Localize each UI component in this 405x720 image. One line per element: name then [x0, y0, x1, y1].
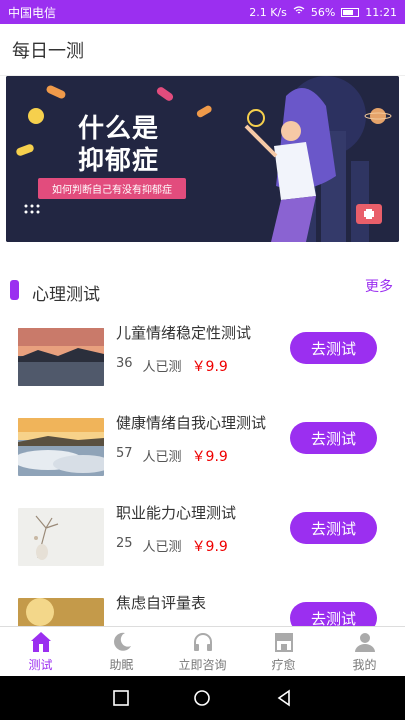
back-icon[interactable] — [275, 689, 293, 707]
tab-label: 疗愈 — [271, 658, 296, 672]
status-right: 2.1 K/s 56% 11:21 — [249, 6, 397, 19]
test-thumbnail — [18, 508, 104, 566]
wifi-icon — [293, 5, 305, 19]
list-item[interactable]: 儿童情绪稳定性测试 36 人已测 ￥9.9 去测试 — [0, 312, 405, 402]
test-count: 25 — [116, 536, 133, 551]
test-count: 57 — [116, 446, 133, 461]
test-price: ￥9.9 — [191, 359, 228, 375]
test-meta: 36 人已测 ￥9.9 — [116, 356, 228, 376]
test-thumbnail — [18, 418, 104, 476]
tab-consult[interactable]: 立即咨询 — [162, 627, 243, 676]
recents-icon[interactable] — [112, 689, 130, 707]
tab-profile[interactable]: 我的 — [324, 627, 405, 676]
tab-label: 我的 — [352, 658, 377, 672]
start-test-button[interactable]: 去测试 — [290, 332, 377, 364]
test-name: 职业能力心理测试 — [116, 504, 237, 522]
test-count-label: 人已测 — [142, 540, 182, 555]
tab-test[interactable]: 测试 — [0, 627, 81, 676]
more-link[interactable]: 更多 — [365, 276, 393, 296]
tab-label: 测试 — [28, 658, 53, 672]
list-item[interactable]: 健康情绪自我心理测试 57 人已测 ￥9.9 去测试 — [0, 402, 405, 492]
status-bar: 中国电信 2.1 K/s 56% 11:21 — [0, 0, 405, 24]
test-thumbnail — [18, 328, 104, 386]
banner-subtitle: 如何判断自己有没有抑郁症 — [38, 178, 186, 199]
network-speed: 2.1 K/s — [249, 5, 287, 19]
banner-title-line2: 抑郁症 — [78, 146, 160, 176]
test-name: 健康情绪自我心理测试 — [116, 414, 267, 432]
user-icon — [354, 633, 375, 652]
test-count: 36 — [116, 356, 133, 371]
test-meta: 25 人已测 ￥9.9 — [116, 536, 228, 556]
page-title: 每日一测 — [12, 40, 84, 62]
section-accent-bar — [10, 280, 19, 300]
clock: 11:21 — [365, 5, 397, 19]
start-test-button[interactable]: 去测试 — [290, 422, 377, 454]
test-count-label: 人已测 — [142, 450, 182, 465]
home-button-icon[interactable] — [193, 689, 211, 707]
test-price: ￥9.9 — [191, 449, 228, 465]
bottom-tab-bar: 测试 助眠 立即咨询 疗愈 我的 — [0, 626, 405, 676]
banner-illustration — [6, 76, 399, 242]
section-header: 心理测试 更多 — [0, 276, 405, 306]
carrier-label: 中国电信 — [8, 5, 57, 20]
headphones-icon — [193, 633, 212, 651]
store-icon — [274, 633, 293, 652]
test-meta: 57 人已测 ￥9.9 — [116, 446, 228, 466]
list-item[interactable]: 职业能力心理测试 25 人已测 ￥9.9 去测试 — [0, 492, 405, 582]
app-bar: 每日一测 — [0, 24, 405, 76]
battery-icon — [341, 7, 360, 17]
battery-percent: 56% — [310, 5, 336, 19]
tab-sleep[interactable]: 助眠 — [81, 627, 162, 676]
section-title: 心理测试 — [32, 285, 100, 305]
tab-healing[interactable]: 疗愈 — [243, 627, 324, 676]
home-icon — [30, 632, 51, 652]
tab-label: 立即咨询 — [178, 658, 227, 672]
test-name: 焦虑自评量表 — [116, 594, 207, 612]
tab-label: 助眠 — [109, 658, 134, 672]
moon-icon — [113, 632, 131, 651]
test-count-label: 人已测 — [142, 360, 182, 375]
system-nav-bar — [0, 676, 405, 720]
test-name: 儿童情绪稳定性测试 — [116, 324, 252, 342]
test-price: ￥9.9 — [191, 539, 228, 555]
start-test-button[interactable]: 去测试 — [290, 512, 377, 544]
promo-banner[interactable]: 什么是 抑郁症 如何判断自己有没有抑郁症 — [6, 76, 399, 242]
